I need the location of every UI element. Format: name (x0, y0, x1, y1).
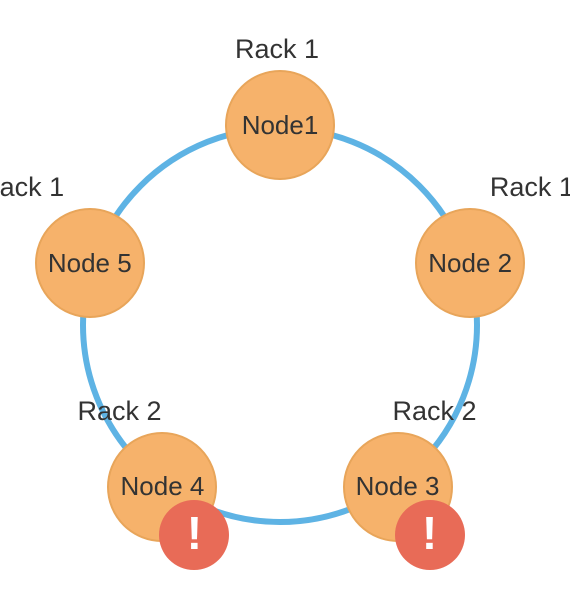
node1: Node1 (225, 70, 335, 180)
alert-glyph: ! (187, 510, 202, 556)
node5-label: Node 5 (48, 248, 132, 279)
rack-label-node4: Rack 2 (77, 396, 161, 427)
alert-icon-node3: ! (395, 500, 465, 570)
node4-label: Node 4 (121, 471, 205, 502)
node1-label: Node1 (242, 110, 319, 141)
rack-label-node5: Rack 1 (0, 172, 64, 203)
node2-label: Node 2 (428, 248, 512, 279)
node3-label: Node 3 (356, 471, 440, 502)
rack-label-node2: Rack 1 (490, 172, 570, 203)
alert-glyph: ! (422, 510, 437, 556)
node2: Node 2 (415, 208, 525, 318)
alert-icon-node4: ! (159, 500, 229, 570)
rack-label-node3: Rack 2 (393, 396, 477, 427)
node5: Node 5 (35, 208, 145, 318)
rack-label-node1: Rack 1 (235, 34, 319, 65)
ring-topology-diagram: Rack 1 Node1 Rack 1 Node 2 Rack 2 Node 3! Rack… (0, 0, 570, 614)
